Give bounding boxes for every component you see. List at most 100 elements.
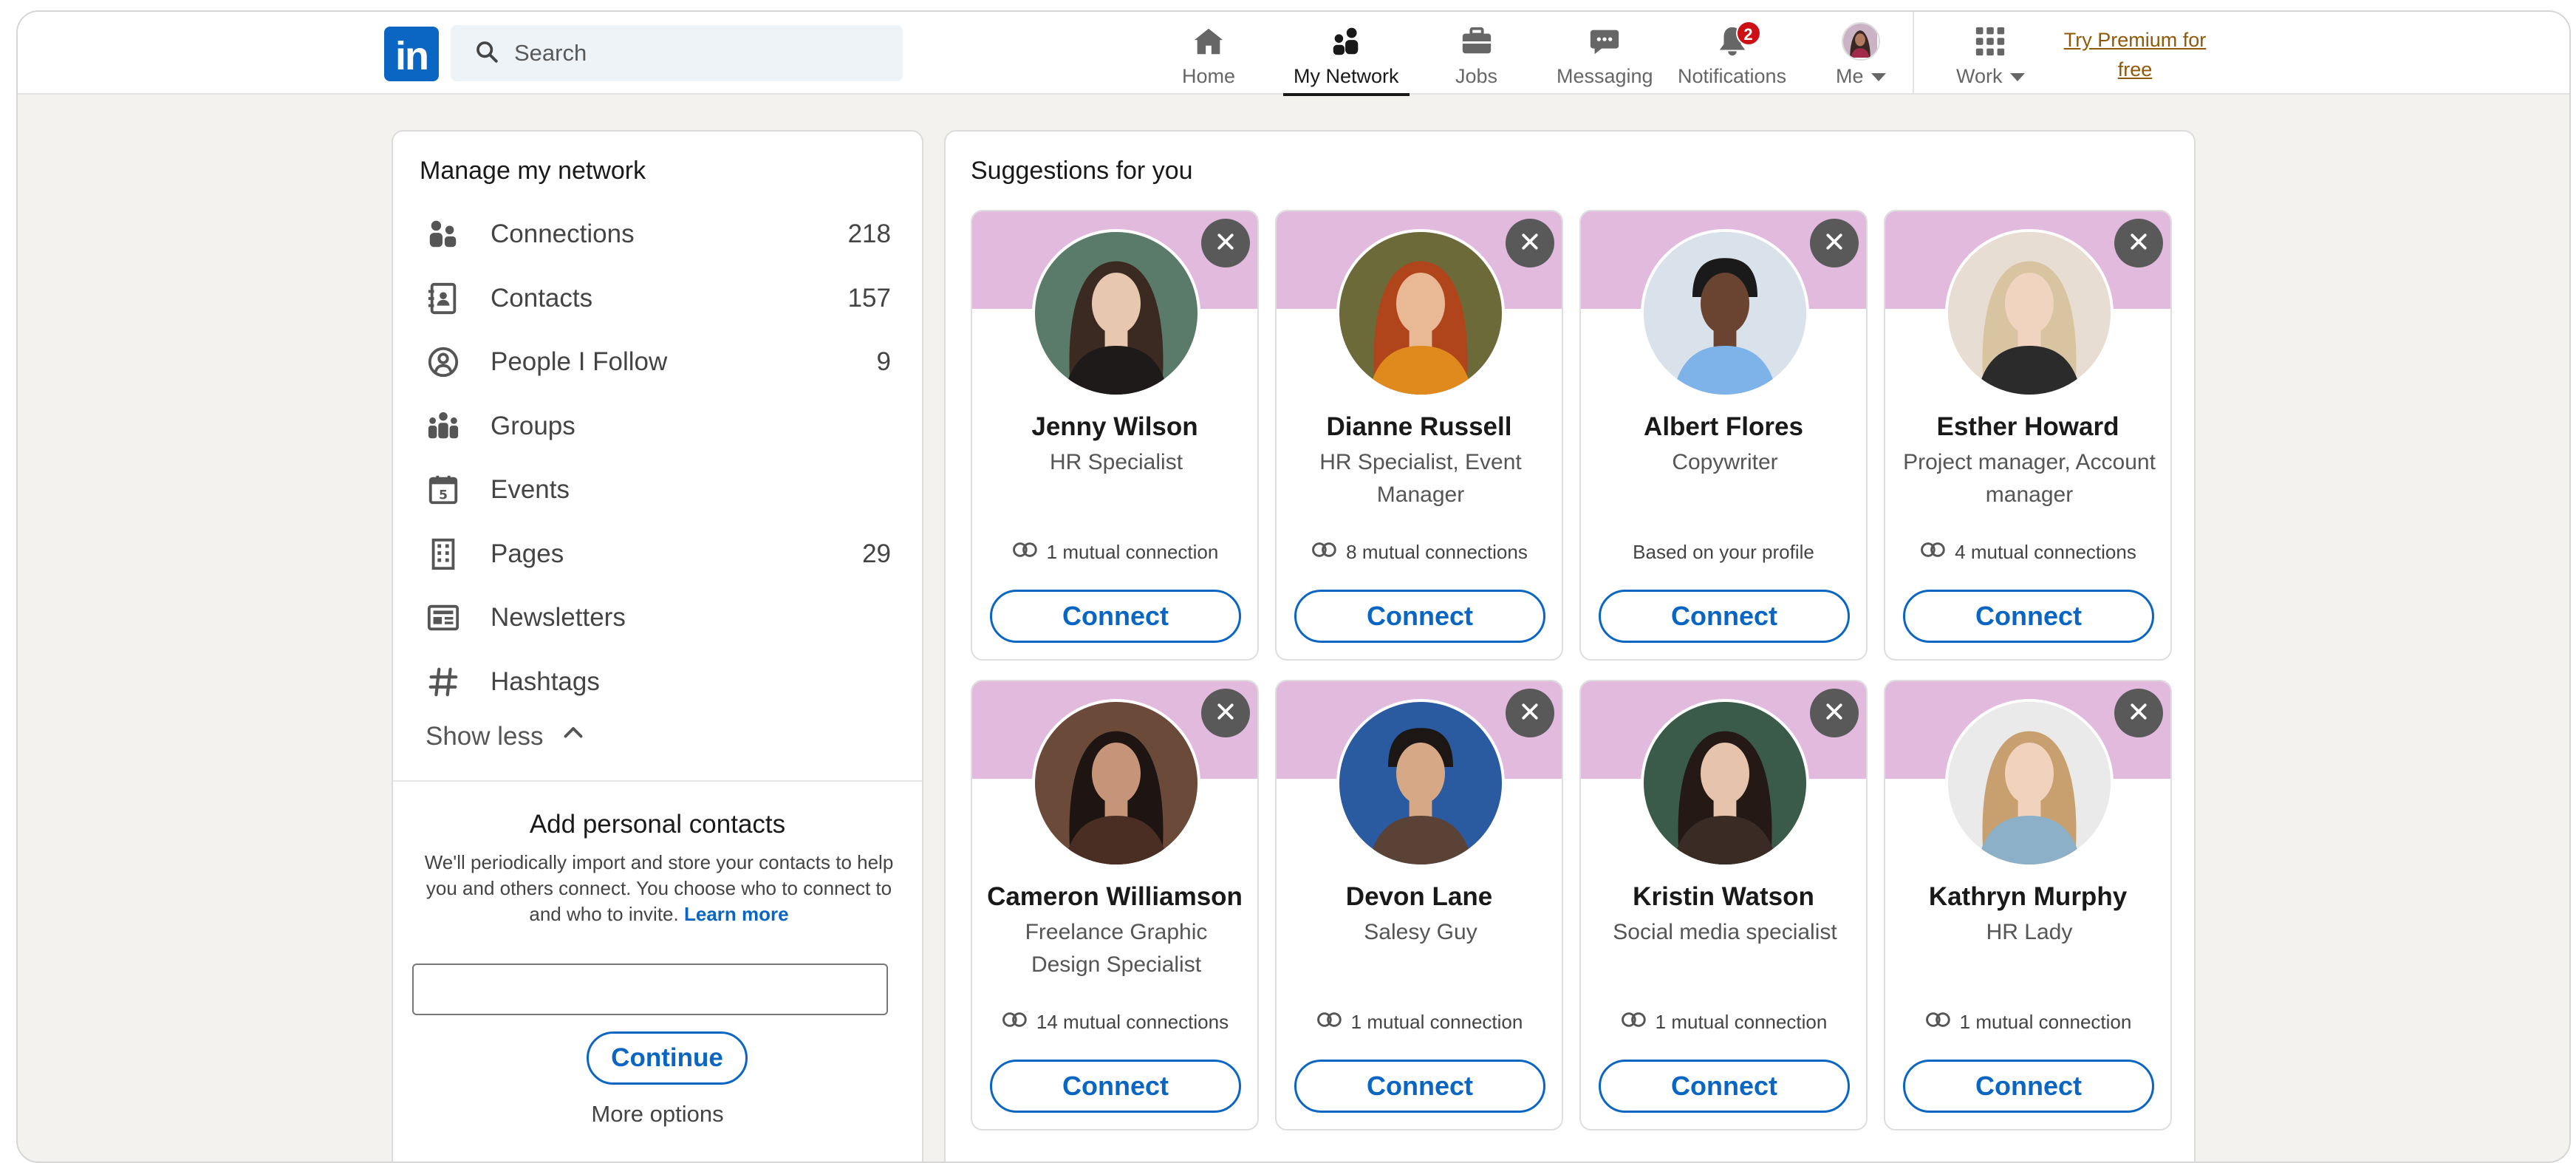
dismiss-button[interactable] xyxy=(1506,689,1554,737)
connect-button[interactable]: Connect xyxy=(1599,1060,1850,1113)
sidebar-item-count: 9 xyxy=(876,347,891,377)
connect-button[interactable]: Connect xyxy=(1294,1060,1545,1113)
manage-network-list: Connections 218 Contacts 157 People I Fo… xyxy=(393,202,922,714)
search-icon xyxy=(474,39,499,68)
profile-photo[interactable] xyxy=(1032,229,1200,398)
person-name[interactable]: Cameron Williamson xyxy=(972,882,1257,912)
sidebar-item-contacts[interactable]: Contacts 157 xyxy=(393,267,922,331)
profile-photo[interactable] xyxy=(1945,699,2114,867)
email-field[interactable] xyxy=(412,964,888,1015)
continue-button[interactable]: Continue xyxy=(587,1031,748,1085)
search-input[interactable] xyxy=(514,40,869,66)
avatar xyxy=(1841,22,1880,61)
person-name[interactable]: Esther Howard xyxy=(1885,412,2170,442)
sidebar-item-label: Events xyxy=(491,475,570,505)
sidebar-item-pages[interactable]: Pages 29 xyxy=(393,522,922,587)
notification-badge: 2 xyxy=(1735,21,1761,46)
dismiss-button[interactable] xyxy=(2114,689,2163,737)
linkedin-logo[interactable]: in xyxy=(384,27,439,81)
mutual-connections: 4 mutual connections xyxy=(1885,541,2170,564)
close-icon xyxy=(1519,231,1541,256)
connect-button[interactable]: Connect xyxy=(990,590,1241,643)
nav-messaging[interactable]: Messaging xyxy=(1557,21,1653,95)
mutual-connections-text: 4 mutual connections xyxy=(1955,541,2136,563)
dismiss-button[interactable] xyxy=(2114,219,2163,267)
nav-me-label: Me xyxy=(1836,65,1864,87)
connect-button[interactable]: Connect xyxy=(1599,590,1850,643)
suggestion-card: Dianne Russell HR Specialist, Event Mana… xyxy=(1275,210,1563,661)
connect-button[interactable]: Connect xyxy=(1903,590,2154,643)
mutual-connections: 14 mutual connections xyxy=(972,1011,1257,1034)
sidebar-item-label: People I Follow xyxy=(491,347,668,377)
learn-more-link[interactable]: Learn more xyxy=(684,903,789,925)
chevron-down-icon xyxy=(2009,73,2025,82)
suggestion-card: Devon Lane Salesy Guy 1 mutual connectio… xyxy=(1275,680,1563,1130)
mutual-connections-text: 1 mutual connection xyxy=(1350,1011,1523,1033)
top-nav: in Home My Network Jobs xyxy=(18,12,2569,96)
suggestion-card: Albert Flores Copywriter Based on your p… xyxy=(1579,210,1868,661)
close-icon xyxy=(1214,231,1237,256)
close-icon xyxy=(1823,700,1845,726)
profile-photo[interactable] xyxy=(1945,229,2114,398)
dismiss-button[interactable] xyxy=(1810,219,1859,267)
sidebar-item-groups[interactable]: Groups xyxy=(393,395,922,459)
connect-button[interactable]: Connect xyxy=(1903,1060,2154,1113)
sidebar-item-events[interactable]: 5 Events xyxy=(393,458,922,522)
nav-jobs[interactable]: Jobs xyxy=(1455,21,1497,95)
sidebar-item-newsletters[interactable]: Newsletters xyxy=(393,586,922,650)
divider xyxy=(393,780,922,782)
more-options-link[interactable]: More options xyxy=(393,1101,922,1128)
add-contacts-description: We'll periodically import and store your… xyxy=(415,850,903,927)
profile-photo[interactable] xyxy=(1032,699,1200,867)
dismiss-button[interactable] xyxy=(1201,219,1250,267)
show-less-button[interactable]: Show less xyxy=(426,720,587,753)
mutual-connections-icon xyxy=(1001,1011,1036,1034)
newsletter-icon xyxy=(426,600,461,635)
profile-photo[interactable] xyxy=(1336,699,1505,867)
search-bar[interactable] xyxy=(451,25,903,81)
person-name[interactable]: Albert Flores xyxy=(1581,412,1866,442)
person-name[interactable]: Dianne Russell xyxy=(1277,412,1562,442)
dismiss-button[interactable] xyxy=(1810,689,1859,737)
groups-icon xyxy=(426,409,461,444)
nav-me-label-wrap: Me xyxy=(1836,65,1886,88)
mutual-connections-text: 1 mutual connection xyxy=(1655,1011,1828,1033)
nav-jobs-label: Jobs xyxy=(1455,65,1498,87)
connect-button[interactable]: Connect xyxy=(1294,590,1545,643)
person-name[interactable]: Kathryn Murphy xyxy=(1885,882,2170,912)
dismiss-button[interactable] xyxy=(1201,689,1250,737)
nav-my-network[interactable]: My Network xyxy=(1283,21,1409,96)
sidebar-item-label: Connections xyxy=(491,219,635,249)
hashtag-icon xyxy=(426,664,461,700)
grid-icon xyxy=(1973,21,2007,62)
profile-photo[interactable] xyxy=(1641,699,1809,867)
person-name[interactable]: Devon Lane xyxy=(1277,882,1562,912)
premium-line-1: Try Premium for xyxy=(2063,29,2207,51)
profile-photo[interactable] xyxy=(1641,229,1809,398)
sidebar-item-label: Newsletters xyxy=(491,603,626,632)
sidebar-item-connections[interactable]: Connections 218 xyxy=(393,202,922,267)
mutual-connections-text: 1 mutual connection xyxy=(1959,1011,2132,1033)
person-headline: Freelance Graphic Design Specialist xyxy=(1025,920,1208,977)
person-headline: HR Specialist, Event Manager xyxy=(1319,450,1522,507)
person-name[interactable]: Jenny Wilson xyxy=(972,412,1257,442)
chevron-down-icon xyxy=(1870,73,1886,82)
nav-work[interactable]: Work xyxy=(1956,21,2025,95)
close-icon xyxy=(1214,700,1237,726)
dismiss-button[interactable] xyxy=(1506,219,1554,267)
mutual-connections-text: 1 mutual connection xyxy=(1046,541,1219,563)
sidebar-item-people-i-follow[interactable]: People I Follow 9 xyxy=(393,330,922,395)
contacts-icon xyxy=(426,281,461,316)
sidebar-item-hashtags[interactable]: Hashtags xyxy=(393,650,922,714)
mutual-connections-icon xyxy=(1311,541,1346,564)
connect-button[interactable]: Connect xyxy=(990,1060,1241,1113)
suggestion-card: Esther Howard Project manager, Account m… xyxy=(1884,210,2172,661)
nav-home[interactable]: Home xyxy=(1182,21,1235,95)
nav-notifications[interactable]: 2 Notifications xyxy=(1678,21,1786,95)
nav-me[interactable]: Me xyxy=(1836,21,1886,95)
add-contacts-text: We'll periodically import and store your… xyxy=(424,851,894,925)
person-name[interactable]: Kristin Watson xyxy=(1581,882,1866,912)
try-premium-link[interactable]: Try Premium for free xyxy=(2039,25,2231,84)
connections-icon xyxy=(426,216,461,252)
profile-photo[interactable] xyxy=(1336,229,1505,398)
